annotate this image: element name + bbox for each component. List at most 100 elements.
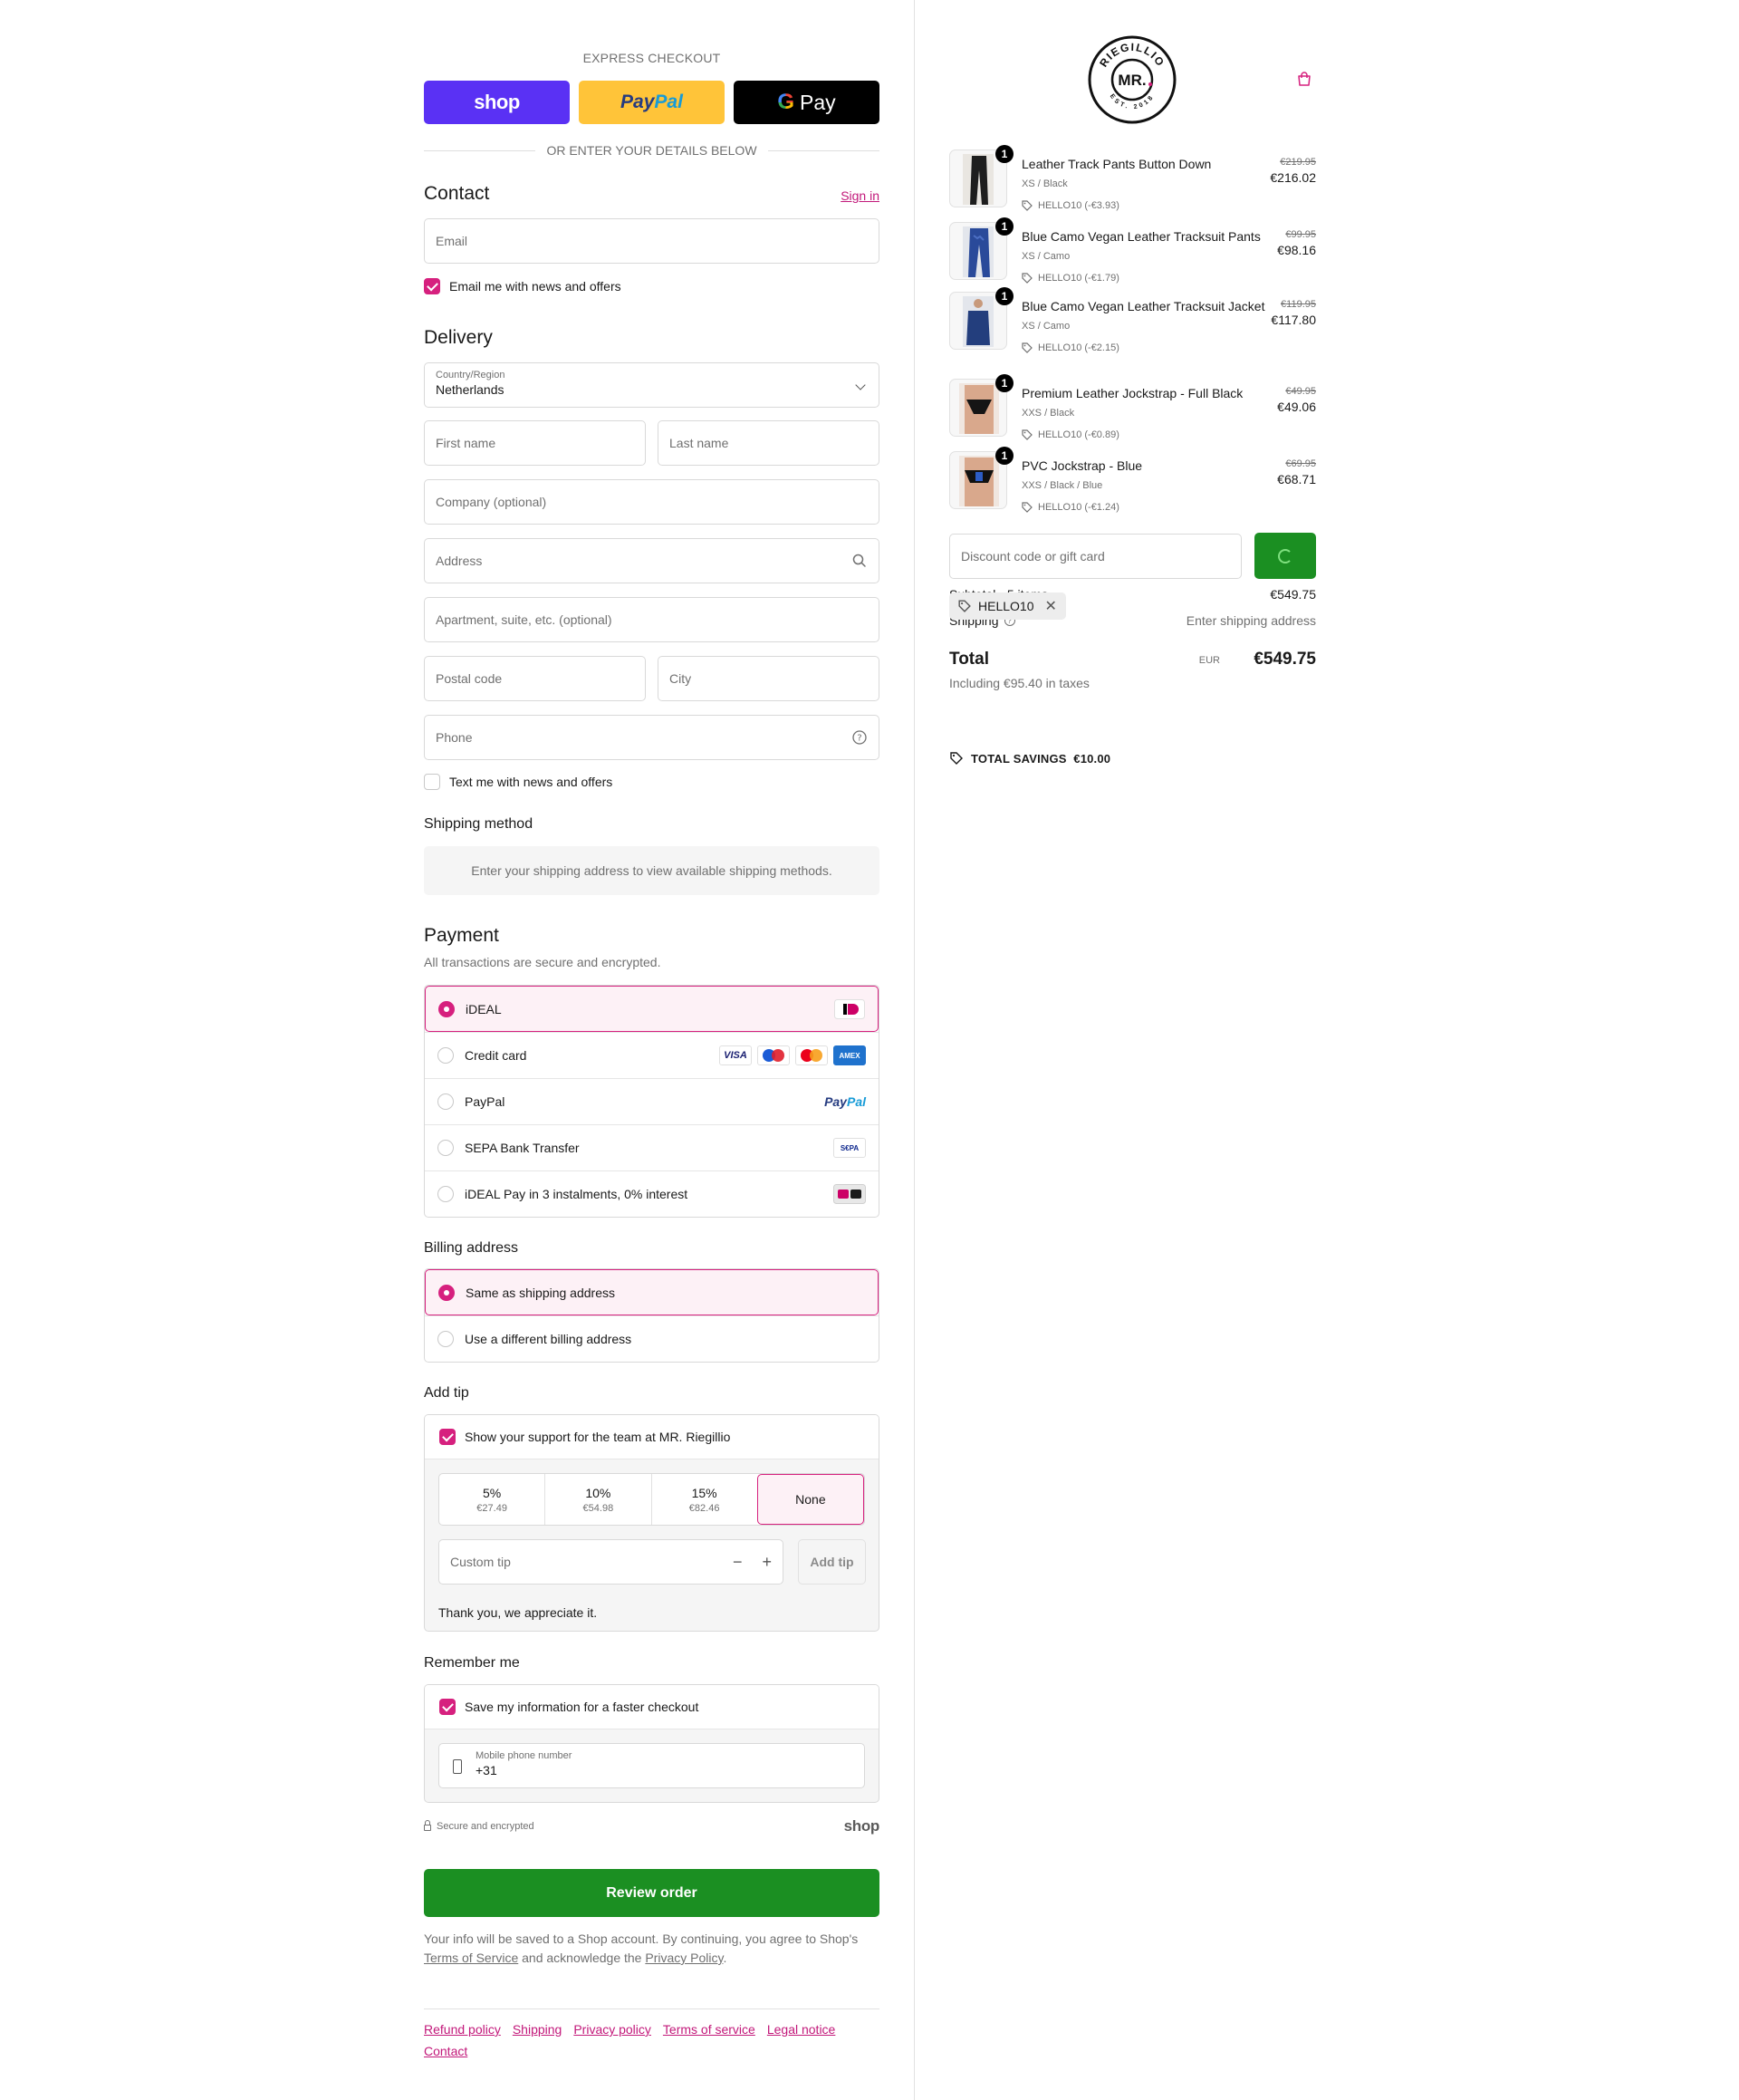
paypal-logo: PayPal [824,1094,866,1109]
apply-discount-button[interactable] [1254,533,1316,579]
billing-radio[interactable] [437,1331,454,1347]
total-savings-text: TOTAL SAVINGS €10.00 [971,751,1111,766]
quantity-badge: 1 [995,145,1014,163]
terms-of-service-link[interactable]: Terms of Service [424,1951,518,1965]
payment-title: Payment [424,925,499,946]
quantity-badge: 1 [995,447,1014,465]
last-name-input[interactable] [669,436,868,450]
company-field[interactable] [424,479,879,525]
last-name-field[interactable] [658,420,879,466]
privacy-policy-footer-link[interactable]: Privacy policy [573,2022,651,2037]
tip-support-checkbox[interactable] [439,1429,456,1445]
phone-input[interactable] [436,730,868,745]
payment-option-paypal[interactable]: PayPal PayPal [425,1078,879,1124]
item-name: Blue Camo Vegan Leather Tracksuit Jacket [1022,299,1265,313]
country-select[interactable]: Country/Region Netherlands [424,362,879,408]
terms-of-service-footer-link[interactable]: Terms of service [663,2022,755,2037]
item-price: €99.95 €98.16 [1277,229,1316,257]
billing-options: Same as shipping address Use a different… [424,1268,879,1363]
postal-code-field[interactable] [424,656,646,701]
item-name: Premium Leather Jockstrap - Full Black [1022,386,1244,400]
tip-percent: None [795,1492,826,1507]
refund-policy-link[interactable]: Refund policy [424,2022,501,2037]
payment-option-sepa[interactable]: SEPA Bank Transfer S€PA [425,1124,879,1170]
item-price: €219.95 €216.02 [1270,157,1316,185]
company-input[interactable] [436,495,868,509]
address-field[interactable] [424,538,879,583]
save-info-checkbox[interactable] [439,1699,456,1715]
payment-option-ideal[interactable]: iDEAL [425,986,879,1032]
billing-different-option[interactable]: Use a different billing address [425,1315,879,1362]
newsletter-checkbox-row[interactable]: Email me with news and offers [424,278,621,294]
city-input[interactable] [669,671,868,686]
shopping-bag-icon[interactable] [1296,71,1312,87]
city-field[interactable] [658,656,879,701]
tip-option-15[interactable]: 15% €82.46 [650,1474,757,1525]
first-name-field[interactable] [424,420,646,466]
maestro-icon [757,1045,790,1065]
express-checkout-buttons: shop Pay Pal G Pay [424,81,879,124]
payment-option-credit-card[interactable]: Credit card VISA AMEX [425,1032,879,1078]
phone-field[interactable]: ? [424,715,879,760]
applied-discount-chip: HELLO10 ✕ [949,592,1066,620]
sign-in-link[interactable]: Sign in [841,188,879,203]
legal-notice-link[interactable]: Legal notice [767,2022,836,2037]
payment-option-label: iDEAL Pay in 3 instalments, 0% interest [465,1187,688,1201]
minus-icon[interactable]: − [733,1553,743,1572]
billing-radio[interactable] [438,1284,455,1301]
tag-icon [958,600,971,612]
review-order-button[interactable]: Review order [424,1869,879,1917]
delivery-title: Delivery [424,327,493,348]
help-circle-icon[interactable]: ? [851,729,868,746]
contact-link[interactable]: Contact [424,2044,467,2058]
secure-row: Secure and encrypted shop [424,1817,879,1835]
paypal-button[interactable]: Pay Pal [579,81,725,124]
column-divider [914,0,915,2100]
postal-code-input[interactable] [436,671,634,686]
first-name-input[interactable] [436,436,634,450]
divider-line [424,149,536,151]
tip-option-5[interactable]: 5% €27.49 [439,1474,544,1525]
close-icon[interactable]: ✕ [1044,597,1056,615]
item-info: Blue Camo Vegan Leather Tracksuit Pants … [1022,227,1266,287]
apartment-field[interactable] [424,597,879,642]
item-old-price: €69.95 [1285,458,1316,469]
ideal-in3-icon [833,1184,866,1204]
sms-checkbox[interactable] [424,774,440,790]
sepa-logo: S€PA [833,1138,866,1158]
sms-checkbox-row[interactable]: Text me with news and offers [424,774,612,790]
payment-radio[interactable] [437,1140,454,1156]
custom-tip-field[interactable]: Custom tip − + [438,1539,783,1585]
payment-radio[interactable] [437,1093,454,1110]
apartment-input[interactable] [436,612,868,627]
ideal-logo [834,998,865,1019]
tip-amount: €27.49 [476,1502,507,1514]
billing-option-label: Use a different billing address [465,1332,632,1346]
mobile-phone-field[interactable]: Mobile phone number +31 [438,1743,865,1788]
payment-option-ideal-in3[interactable]: iDEAL Pay in 3 instalments, 0% interest [425,1170,879,1217]
save-info-row[interactable]: Save my information for a faster checkou… [425,1685,879,1729]
shipping-link[interactable]: Shipping [513,2022,562,2037]
google-pay-button[interactable]: G Pay [734,81,879,124]
payment-radio[interactable] [437,1047,454,1064]
add-tip-button[interactable]: Add tip [798,1539,866,1585]
ideal-in3-logo [833,1184,866,1204]
email-input[interactable] [436,234,868,248]
item-discount-text: HELLO10 (-€0.89) [1038,429,1119,440]
address-input[interactable] [436,554,868,568]
billing-same-option[interactable]: Same as shipping address [425,1269,879,1315]
legal-text: Your info will be saved to a Shop accoun… [424,1930,879,1968]
tip-option-10[interactable]: 10% €54.98 [544,1474,650,1525]
newsletter-checkbox[interactable] [424,278,440,294]
plus-icon[interactable]: + [762,1553,772,1572]
shop-pay-button[interactable]: shop [424,81,570,124]
billing-address-title: Billing address [424,1240,519,1256]
tip-option-none[interactable]: None [756,1474,864,1525]
payment-radio[interactable] [437,1186,454,1202]
email-field[interactable] [424,218,879,264]
tip-support-row[interactable]: Show your support for the team at MR. Ri… [425,1415,879,1459]
brand-logo[interactable]: RIEGILLIO EST. 2018 MR. [1087,34,1177,125]
payment-radio[interactable] [438,1000,455,1017]
privacy-policy-link[interactable]: Privacy Policy [645,1951,723,1965]
discount-code-field[interactable]: Discount code or gift card [949,534,1242,579]
